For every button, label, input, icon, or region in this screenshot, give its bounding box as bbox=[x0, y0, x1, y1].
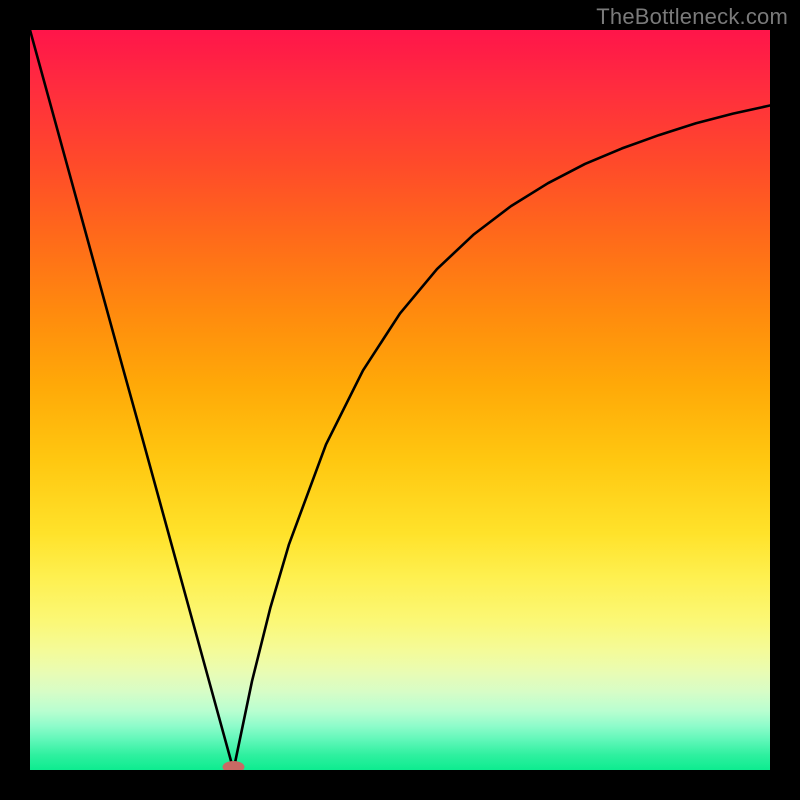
watermark-text: TheBottleneck.com bbox=[596, 4, 788, 30]
curve-layer bbox=[30, 30, 770, 770]
plot-area bbox=[30, 30, 770, 770]
chart-frame: TheBottleneck.com bbox=[0, 0, 800, 800]
bottleneck-curve bbox=[30, 30, 770, 770]
minimum-marker bbox=[223, 761, 245, 770]
